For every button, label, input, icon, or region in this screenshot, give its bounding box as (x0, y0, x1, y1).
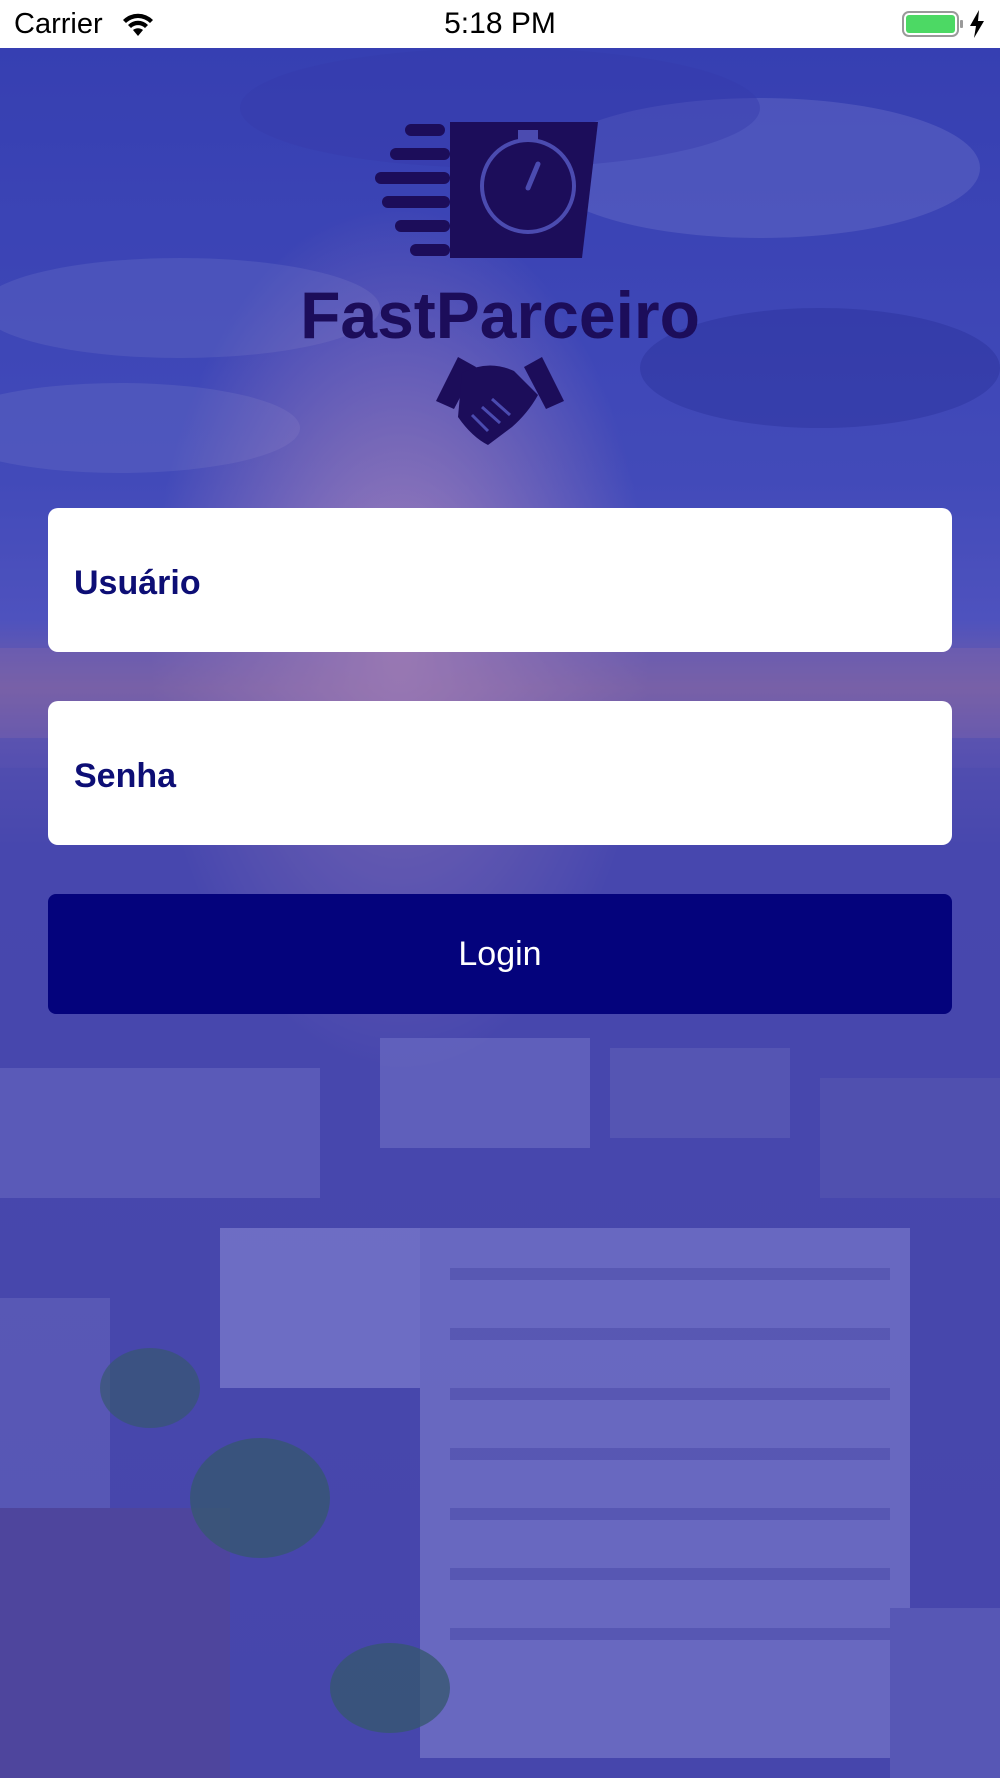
status-bar: Carrier 5:18 PM (0, 0, 1000, 48)
password-input[interactable] (74, 741, 926, 811)
handshake-icon (436, 357, 564, 445)
username-input[interactable] (74, 548, 926, 618)
charging-bolt-icon (970, 10, 984, 38)
battery-icon (902, 11, 963, 37)
clock: 5:18 PM (444, 7, 556, 40)
password-field[interactable] (48, 701, 952, 845)
fastparceiro-logo: FastParceiro (300, 122, 700, 445)
username-field[interactable] (48, 508, 952, 652)
stopwatch-icon (375, 122, 598, 258)
login-button[interactable]: Login (48, 894, 952, 1014)
brand-name: FastParceiro (300, 278, 700, 352)
